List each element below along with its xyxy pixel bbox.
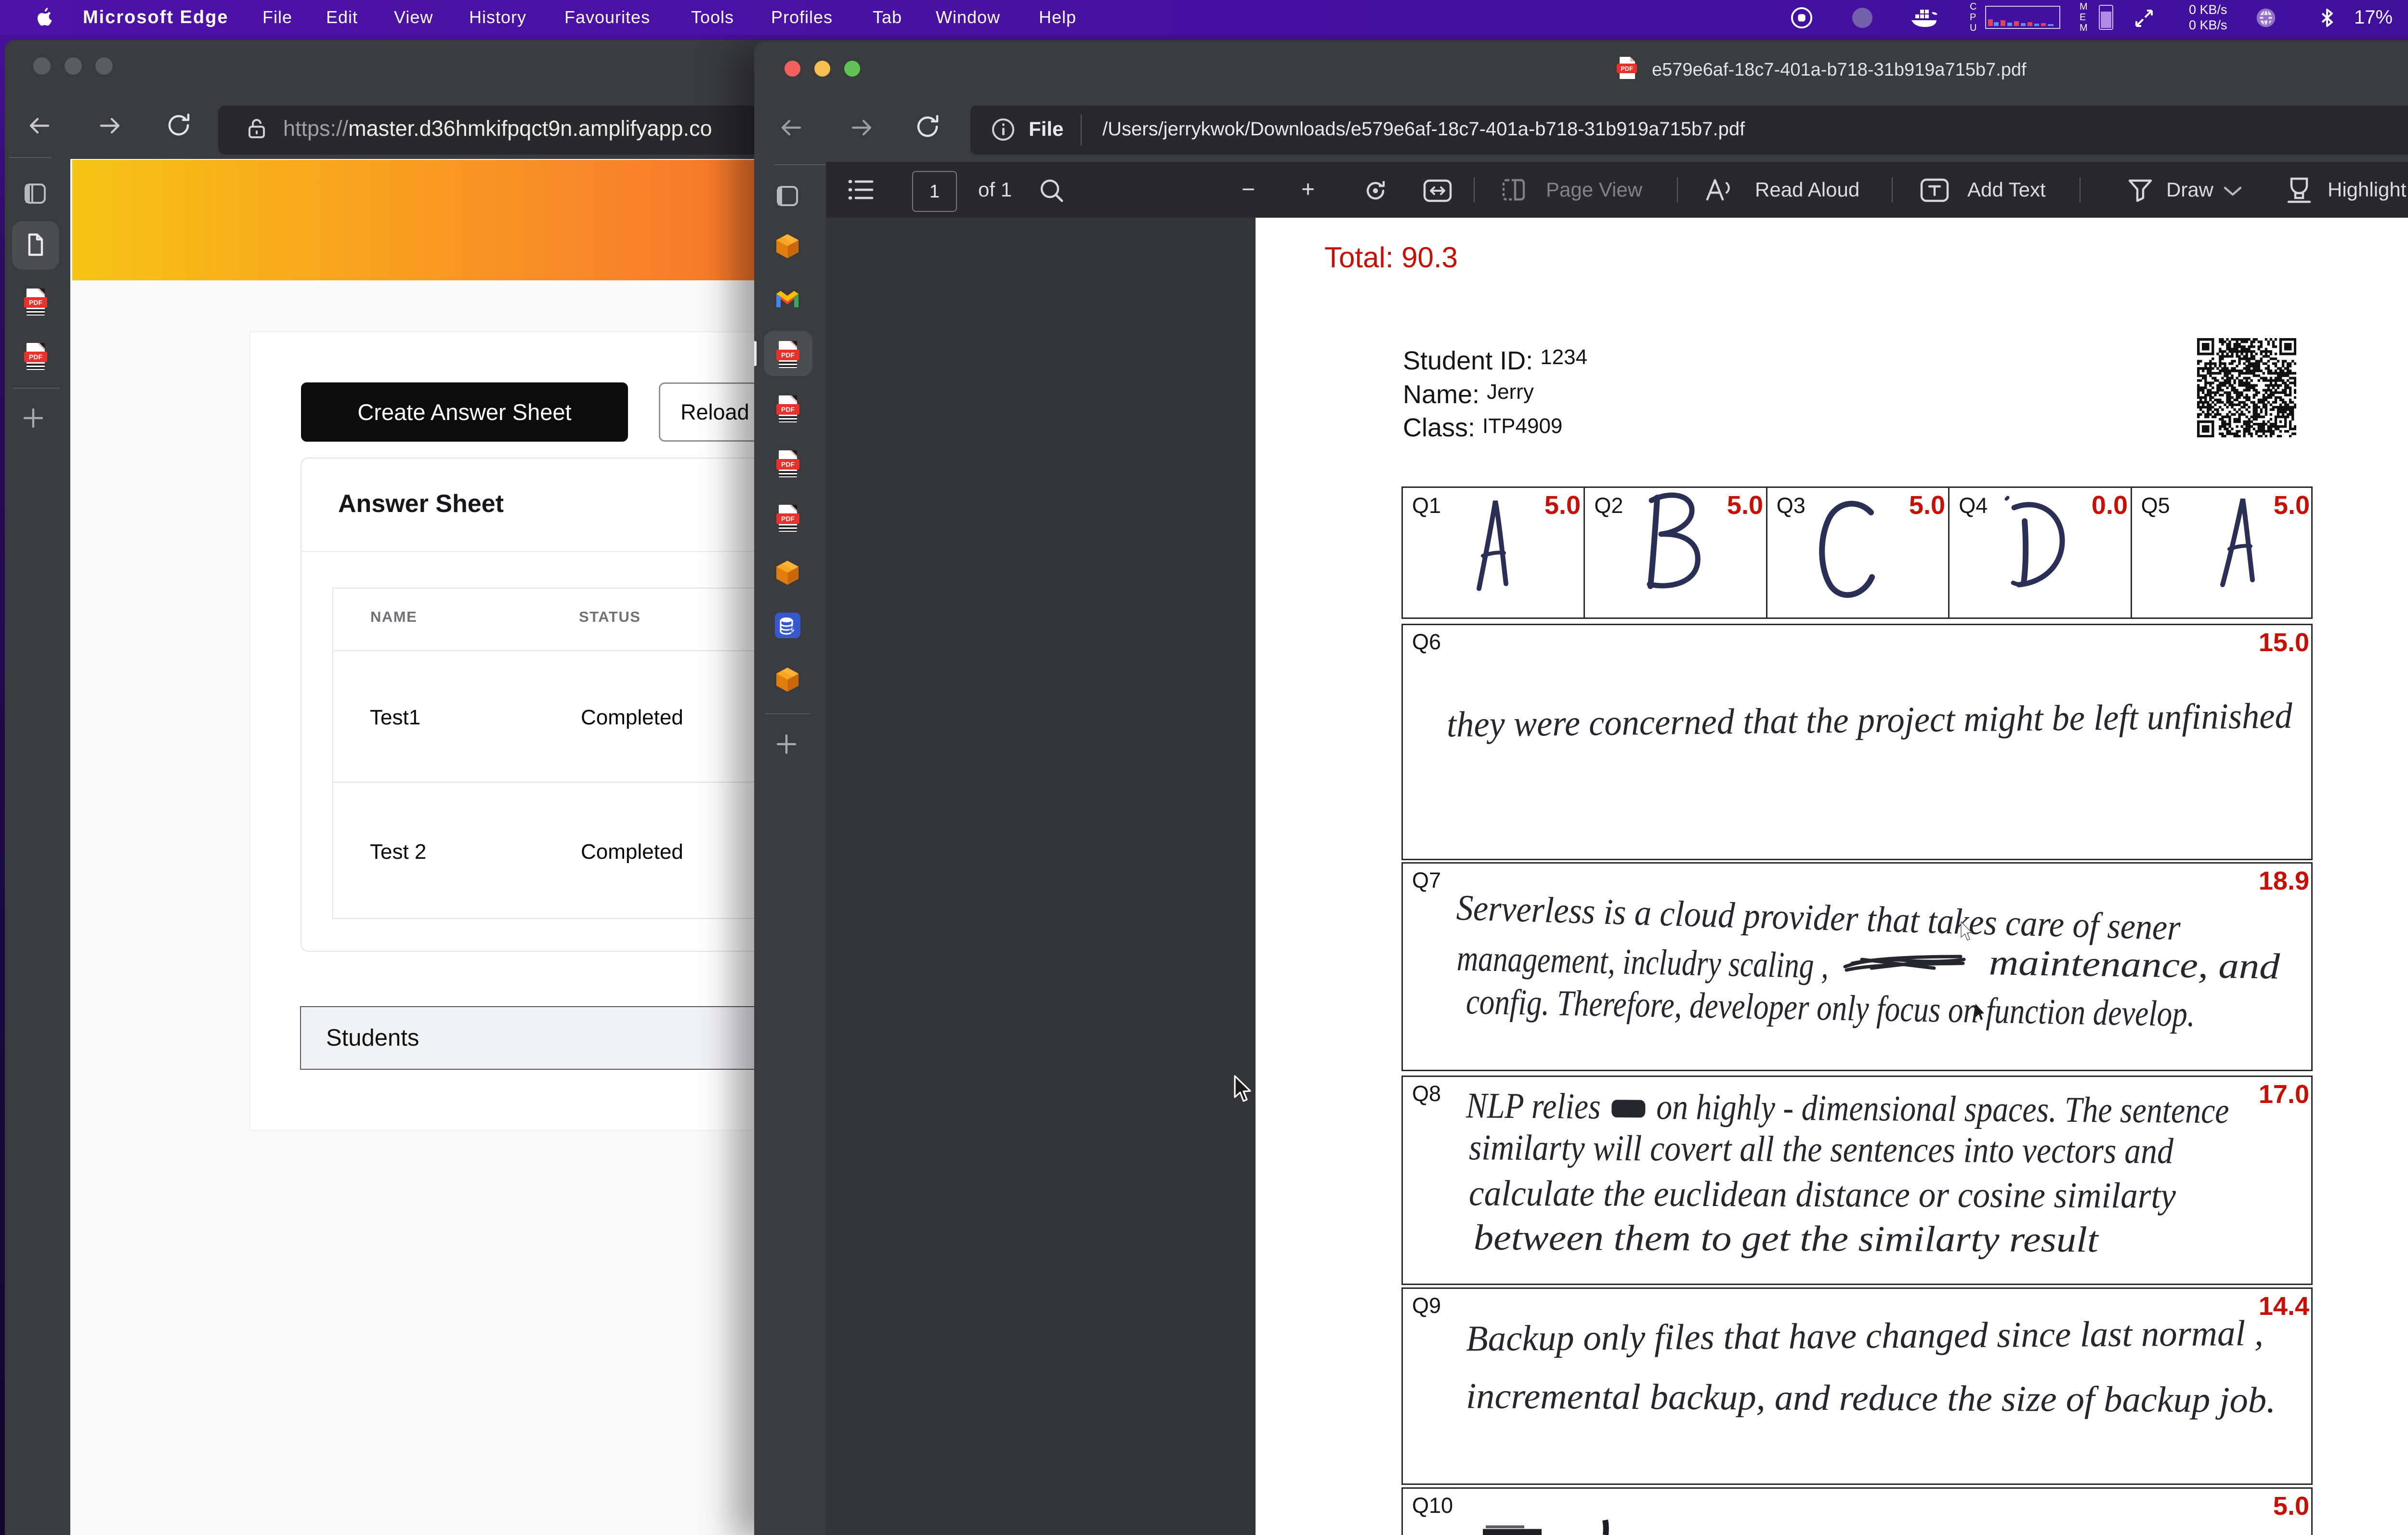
svg-text:PDF: PDF <box>1621 65 1633 72</box>
